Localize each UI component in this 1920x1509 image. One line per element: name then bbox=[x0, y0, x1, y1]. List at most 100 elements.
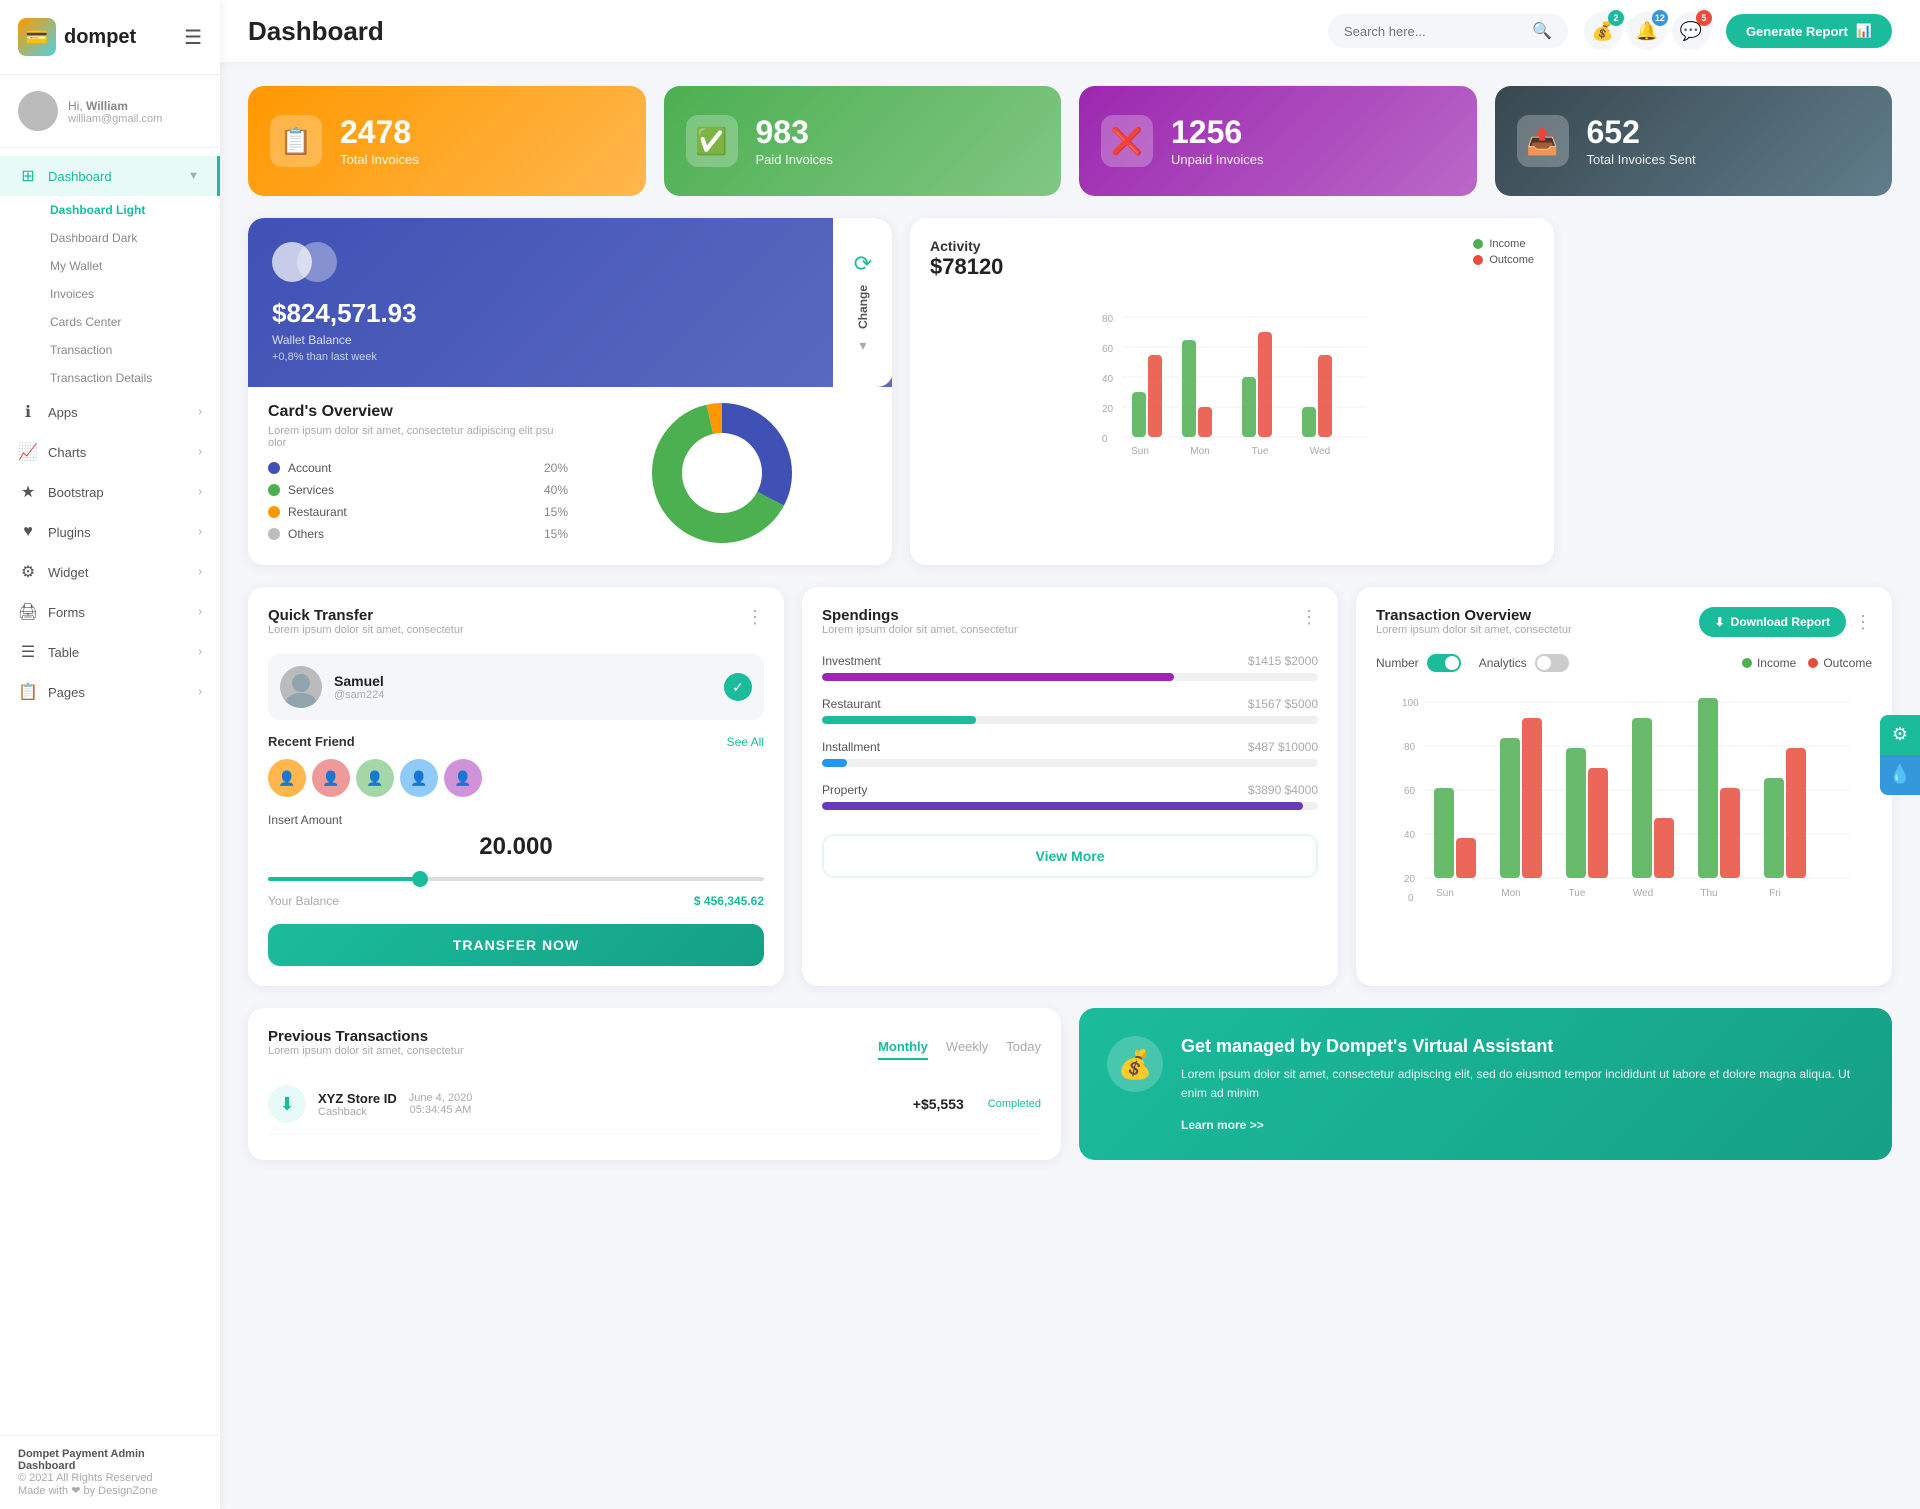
tab-monthly[interactable]: Monthly bbox=[878, 1039, 928, 1060]
account-pct: 20% bbox=[544, 461, 568, 475]
friend-avatar-3[interactable]: 👤 bbox=[356, 759, 394, 797]
amount-slider[interactable] bbox=[268, 877, 764, 881]
balance-value: $ 456,345.62 bbox=[694, 894, 764, 908]
search-input[interactable] bbox=[1344, 24, 1524, 39]
spending-investment-name: Investment bbox=[822, 654, 881, 668]
svg-text:Wed: Wed bbox=[1310, 446, 1330, 457]
legend-others: Others 15% bbox=[268, 527, 568, 541]
view-more-button[interactable]: View More bbox=[822, 834, 1318, 878]
number-toggle[interactable] bbox=[1427, 654, 1461, 672]
account-label: Account bbox=[288, 461, 536, 475]
bar-chart-icon: 📊 bbox=[1856, 23, 1872, 39]
chevron-right-icon: › bbox=[198, 686, 202, 698]
svg-text:60: 60 bbox=[1102, 344, 1114, 355]
search-icon: 🔍 bbox=[1532, 21, 1552, 41]
spending-installment: Installment $487 $10000 bbox=[822, 740, 1318, 767]
tx-date: June 4, 2020 05:34:45 AM bbox=[409, 1092, 473, 1116]
spendings-menu[interactable]: ⋮ bbox=[1300, 607, 1318, 628]
pie-chart-container bbox=[572, 403, 872, 543]
water-side-button[interactable]: 💧 bbox=[1880, 755, 1920, 795]
va-content: Get managed by Dompet's Virtual Assistan… bbox=[1181, 1036, 1864, 1132]
sidebar-item-apps[interactable]: ℹ Apps › bbox=[0, 392, 220, 432]
subitem-transaction[interactable]: Transaction bbox=[42, 336, 220, 364]
overview-info: Card's Overview Lorem ipsum dolor sit am… bbox=[268, 403, 568, 549]
spendings-title-area: Spendings Lorem ipsum dolor sit amet, co… bbox=[822, 607, 1018, 650]
activity-legend: Income Outcome bbox=[1473, 238, 1534, 266]
wallet-icon-btn[interactable]: 💰 2 bbox=[1584, 12, 1622, 50]
quick-transfer-panel: Quick Transfer Lorem ipsum dolor sit ame… bbox=[248, 587, 784, 986]
friend-avatar-1[interactable]: 👤 bbox=[268, 759, 306, 797]
sidebar-item-plugins[interactable]: ♥ Plugins › bbox=[0, 512, 220, 552]
subitem-transaction-details[interactable]: Transaction Details bbox=[42, 364, 220, 392]
spendings-header: Spendings Lorem ipsum dolor sit amet, co… bbox=[822, 607, 1318, 650]
tx-type: Cashback bbox=[318, 1106, 397, 1118]
download-report-label: Download Report bbox=[1731, 615, 1830, 629]
subitem-dashboard-dark[interactable]: Dashboard Dark bbox=[42, 224, 220, 252]
total-sent-number: 652 bbox=[1587, 116, 1696, 148]
tx-info: XYZ Store ID Cashback bbox=[318, 1091, 397, 1118]
sidebar-item-bootstrap[interactable]: ★ Bootstrap › bbox=[0, 472, 220, 512]
sidebar-item-label: Widget bbox=[48, 565, 88, 580]
activity-info: Activity $78120 bbox=[930, 238, 1003, 294]
quick-transfer-sub: Lorem ipsum dolor sit amet, consectetur bbox=[268, 624, 464, 636]
analytics-toggle-label: Analytics bbox=[1479, 656, 1527, 670]
bell-icon-btn[interactable]: 🔔 12 bbox=[1628, 12, 1666, 50]
property-bar bbox=[822, 802, 1318, 810]
subitem-invoices[interactable]: Invoices bbox=[42, 280, 220, 308]
friend-avatar-4[interactable]: 👤 bbox=[400, 759, 438, 797]
transfer-now-button[interactable]: TRANSFER NOW bbox=[268, 924, 764, 966]
sidebar-item-table[interactable]: ☰ Table › bbox=[0, 632, 220, 672]
table-icon: ☰ bbox=[18, 642, 38, 662]
spending-restaurant-amount: $1567 $5000 bbox=[1248, 697, 1318, 711]
tab-today[interactable]: Today bbox=[1006, 1039, 1041, 1060]
wallet-amount: $824,571.93 bbox=[272, 298, 868, 329]
quick-transfer-menu[interactable]: ⋮ bbox=[746, 607, 764, 628]
generate-report-button[interactable]: Generate Report 📊 bbox=[1726, 14, 1892, 48]
va-title: Get managed by Dompet's Virtual Assistan… bbox=[1181, 1036, 1864, 1057]
stat-card-total-invoices: 📋 2478 Total Invoices bbox=[248, 86, 646, 196]
tx-menu[interactable]: ⋮ bbox=[1854, 612, 1872, 633]
tab-weekly[interactable]: Weekly bbox=[946, 1039, 988, 1060]
tx-header: Transaction Overview Lorem ipsum dolor s… bbox=[1376, 607, 1872, 650]
wallet-card: $824,571.93 Wallet Balance +0,8% than la… bbox=[248, 218, 892, 387]
sidebar-item-widget[interactable]: ⚙ Widget › bbox=[0, 552, 220, 592]
legend-list: Account 20% Services 40% Restaurant bbox=[268, 461, 568, 541]
analytics-toggle[interactable] bbox=[1535, 654, 1569, 672]
chevron-right-icon: › bbox=[198, 606, 202, 618]
see-all-link[interactable]: See All bbox=[727, 735, 764, 749]
chevron-down-icon: ▾ bbox=[859, 337, 866, 354]
subitem-my-wallet[interactable]: My Wallet bbox=[42, 252, 220, 280]
chat-icon-btn[interactable]: 💬 5 bbox=[1672, 12, 1710, 50]
sidebar-item-forms[interactable]: 🖨 Forms › bbox=[0, 592, 220, 632]
apps-icon: ℹ bbox=[18, 402, 38, 422]
svg-text:Sun: Sun bbox=[1131, 446, 1149, 457]
sidebar-item-charts[interactable]: 📈 Charts › bbox=[0, 432, 220, 472]
spending-property-header: Property $3890 $4000 bbox=[822, 783, 1318, 797]
subitem-dashboard-light[interactable]: Dashboard Light bbox=[42, 196, 220, 224]
va-learn-more-link[interactable]: Learn more >> bbox=[1181, 1118, 1264, 1132]
transfer-user[interactable]: Samuel @sam224 ✓ bbox=[268, 654, 764, 720]
chevron-right-icon: › bbox=[198, 566, 202, 578]
spending-investment: Investment $1415 $2000 bbox=[822, 654, 1318, 681]
amount-label: Insert Amount bbox=[268, 813, 764, 827]
friend-avatar-5[interactable]: 👤 bbox=[444, 759, 482, 797]
sidebar-item-dashboard[interactable]: ⊞ Dashboard ▼ bbox=[0, 156, 220, 196]
hamburger-menu[interactable]: ☰ bbox=[184, 25, 202, 50]
balance-row: Your Balance $ 456,345.62 bbox=[268, 894, 764, 908]
settings-side-button[interactable]: ⚙ bbox=[1880, 715, 1920, 755]
chevron-down-icon: ▼ bbox=[188, 170, 199, 182]
svg-text:40: 40 bbox=[1102, 374, 1114, 385]
subitem-cards-center[interactable]: Cards Center bbox=[42, 308, 220, 336]
change-button[interactable]: ⟳ Change ▾ bbox=[833, 218, 892, 387]
bottom-row: Quick Transfer Lorem ipsum dolor sit ame… bbox=[248, 587, 1892, 986]
sidebar-item-label: Table bbox=[48, 645, 79, 660]
transfer-name: Samuel bbox=[334, 673, 384, 689]
download-report-button[interactable]: ⬇ Download Report bbox=[1699, 607, 1846, 637]
transfer-user-info: Samuel @sam224 bbox=[334, 673, 384, 701]
last-row: Previous Transactions Lorem ipsum dolor … bbox=[248, 1008, 1892, 1160]
number-toggle-group: Number bbox=[1376, 654, 1461, 672]
sidebar-user: Hi, William william@gmail.com bbox=[0, 75, 220, 148]
spending-items: Investment $1415 $2000 Restaurant $1567 … bbox=[822, 654, 1318, 810]
sidebar-item-pages[interactable]: 📋 Pages › bbox=[0, 672, 220, 712]
friend-avatar-2[interactable]: 👤 bbox=[312, 759, 350, 797]
